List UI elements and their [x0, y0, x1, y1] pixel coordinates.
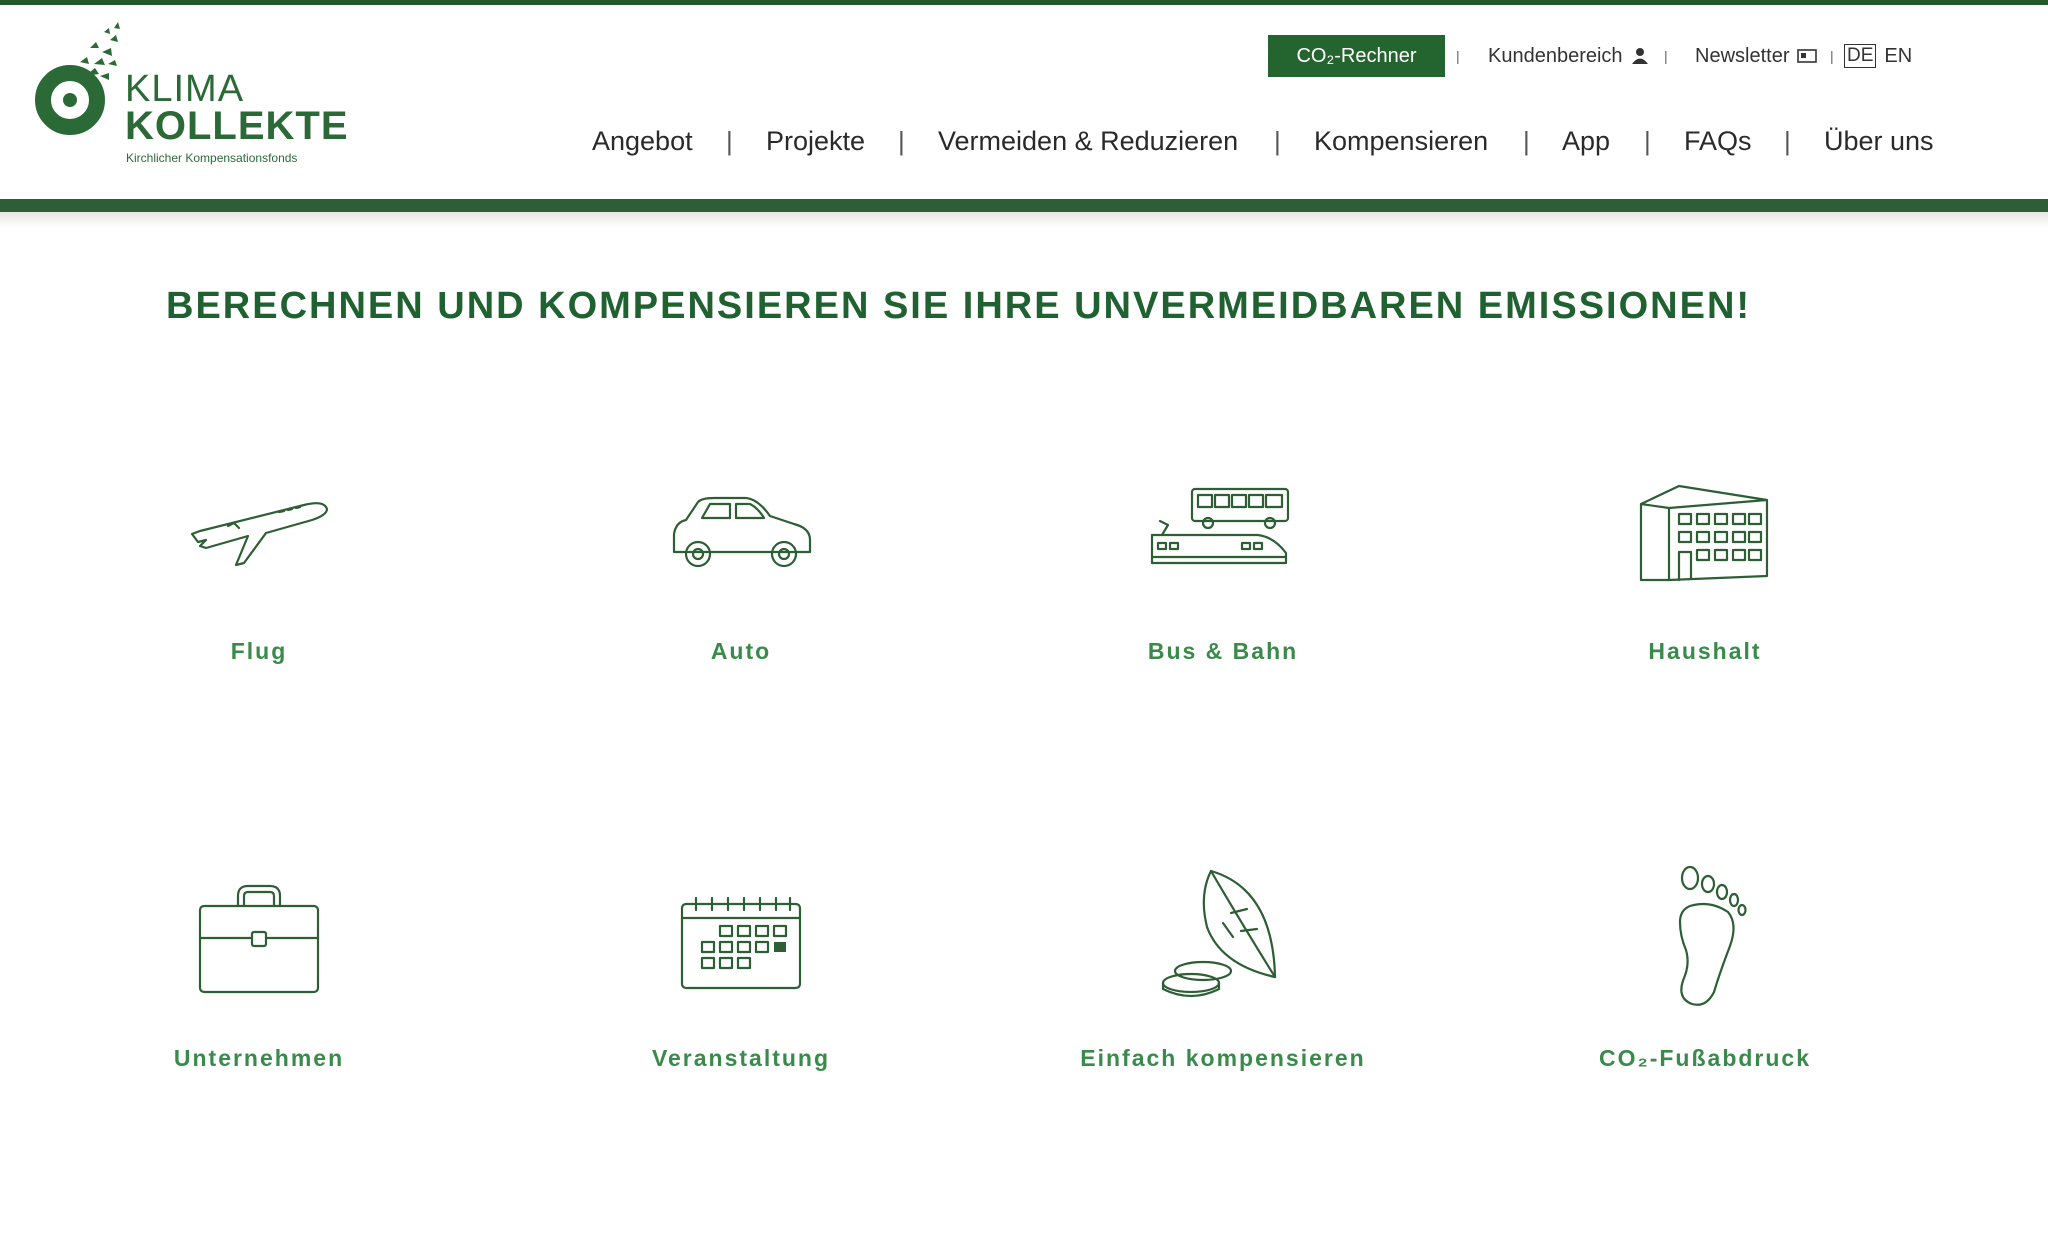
utility-separator: |: [1456, 48, 1460, 64]
tile-co2-fussabdruck[interactable]: CO₂-Fußabdruck: [1555, 865, 1855, 1100]
language-de[interactable]: DE: [1844, 44, 1877, 68]
user-icon: [1631, 48, 1648, 64]
footprint-icon: [1678, 865, 1747, 1006]
car-icon: [672, 496, 812, 568]
nav-item-faqs[interactable]: FAQs: [1684, 120, 1752, 162]
co2-calculator-button[interactable]: CO₂-Rechner: [1268, 35, 1445, 77]
tile-label-haushalt: Haushalt: [1648, 638, 1762, 664]
tile-veranstaltung[interactable]: Veranstaltung: [591, 870, 891, 1100]
tile-label-veranstaltung: Veranstaltung: [651, 1045, 831, 1071]
header-shadow: [0, 212, 2048, 228]
nav-separator: |: [898, 126, 905, 156]
building-icon: [1639, 484, 1769, 582]
tile-haushalt[interactable]: Haushalt: [1555, 470, 1855, 700]
briefcase-icon: [198, 884, 320, 994]
header-divider-bar: [0, 199, 2048, 212]
customer-area-link[interactable]: Kundenbereich: [1488, 35, 1649, 77]
newsletter-link[interactable]: Newsletter: [1695, 35, 1818, 77]
nav-item-vermeiden-reduzieren[interactable]: Vermeiden & Reduzieren: [938, 120, 1238, 162]
nav-item-app[interactable]: App: [1562, 120, 1610, 162]
tile-auto[interactable]: Auto: [591, 470, 891, 700]
tile-bus-bahn[interactable]: Bus & Bahn: [1073, 470, 1373, 700]
nav-separator: |: [1784, 126, 1791, 156]
tile-label-flug: Flug: [230, 638, 288, 664]
calendar-icon: [680, 896, 802, 990]
tile-label-unternehmen: Unternehmen: [173, 1045, 345, 1071]
logo-mark-icon: [35, 22, 120, 135]
nav-separator: |: [1644, 126, 1651, 156]
utility-separator: |: [1664, 48, 1668, 64]
newsletter-icon: [1797, 49, 1818, 63]
utility-separator: |: [1830, 48, 1834, 64]
logo-word-kollekte: KOLLEKTE: [125, 104, 349, 148]
customer-area-label: Kundenbereich: [1488, 44, 1623, 67]
tile-label-auto: Auto: [710, 638, 772, 664]
tile-label-einfach-kompensieren: Einfach kompensieren: [1080, 1045, 1366, 1071]
nav-separator: |: [1274, 126, 1281, 156]
nav-separator: |: [726, 126, 733, 156]
nav-item-kompensieren[interactable]: Kompensieren: [1314, 120, 1488, 162]
klima-kollekte-logo[interactable]: KLIMA KOLLEKTE Kirchlicher Kompensations…: [30, 18, 348, 165]
page-headline: BERECHNEN UND KOMPENSIEREN SIE IHRE UNVE…: [166, 285, 1752, 327]
language-en[interactable]: EN: [1884, 45, 1912, 68]
nav-item-projekte[interactable]: Projekte: [766, 120, 865, 162]
airplane-icon: [190, 502, 329, 567]
nav-item-angebot[interactable]: Angebot: [592, 120, 693, 162]
newsletter-label: Newsletter: [1695, 44, 1790, 67]
language-switch: DE EN: [1844, 35, 1912, 77]
tile-einfach-kompensieren[interactable]: Einfach kompensieren: [1073, 869, 1373, 1100]
tile-flug[interactable]: Flug: [109, 470, 409, 700]
nav-item-ueber-uns[interactable]: Über uns: [1824, 120, 1934, 162]
tile-unternehmen[interactable]: Unternehmen: [109, 870, 409, 1100]
tile-label-co2-fussabdruck: CO₂-Fußabdruck: [1599, 1045, 1811, 1071]
tile-label-bus-bahn: Bus & Bahn: [1147, 638, 1299, 664]
leaf-coins-icon: [1161, 869, 1277, 998]
nav-separator: |: [1523, 126, 1530, 156]
bus-train-icon: [1150, 487, 1290, 565]
logo-tagline: Kirchlicher Kompensationsfonds: [126, 151, 298, 165]
